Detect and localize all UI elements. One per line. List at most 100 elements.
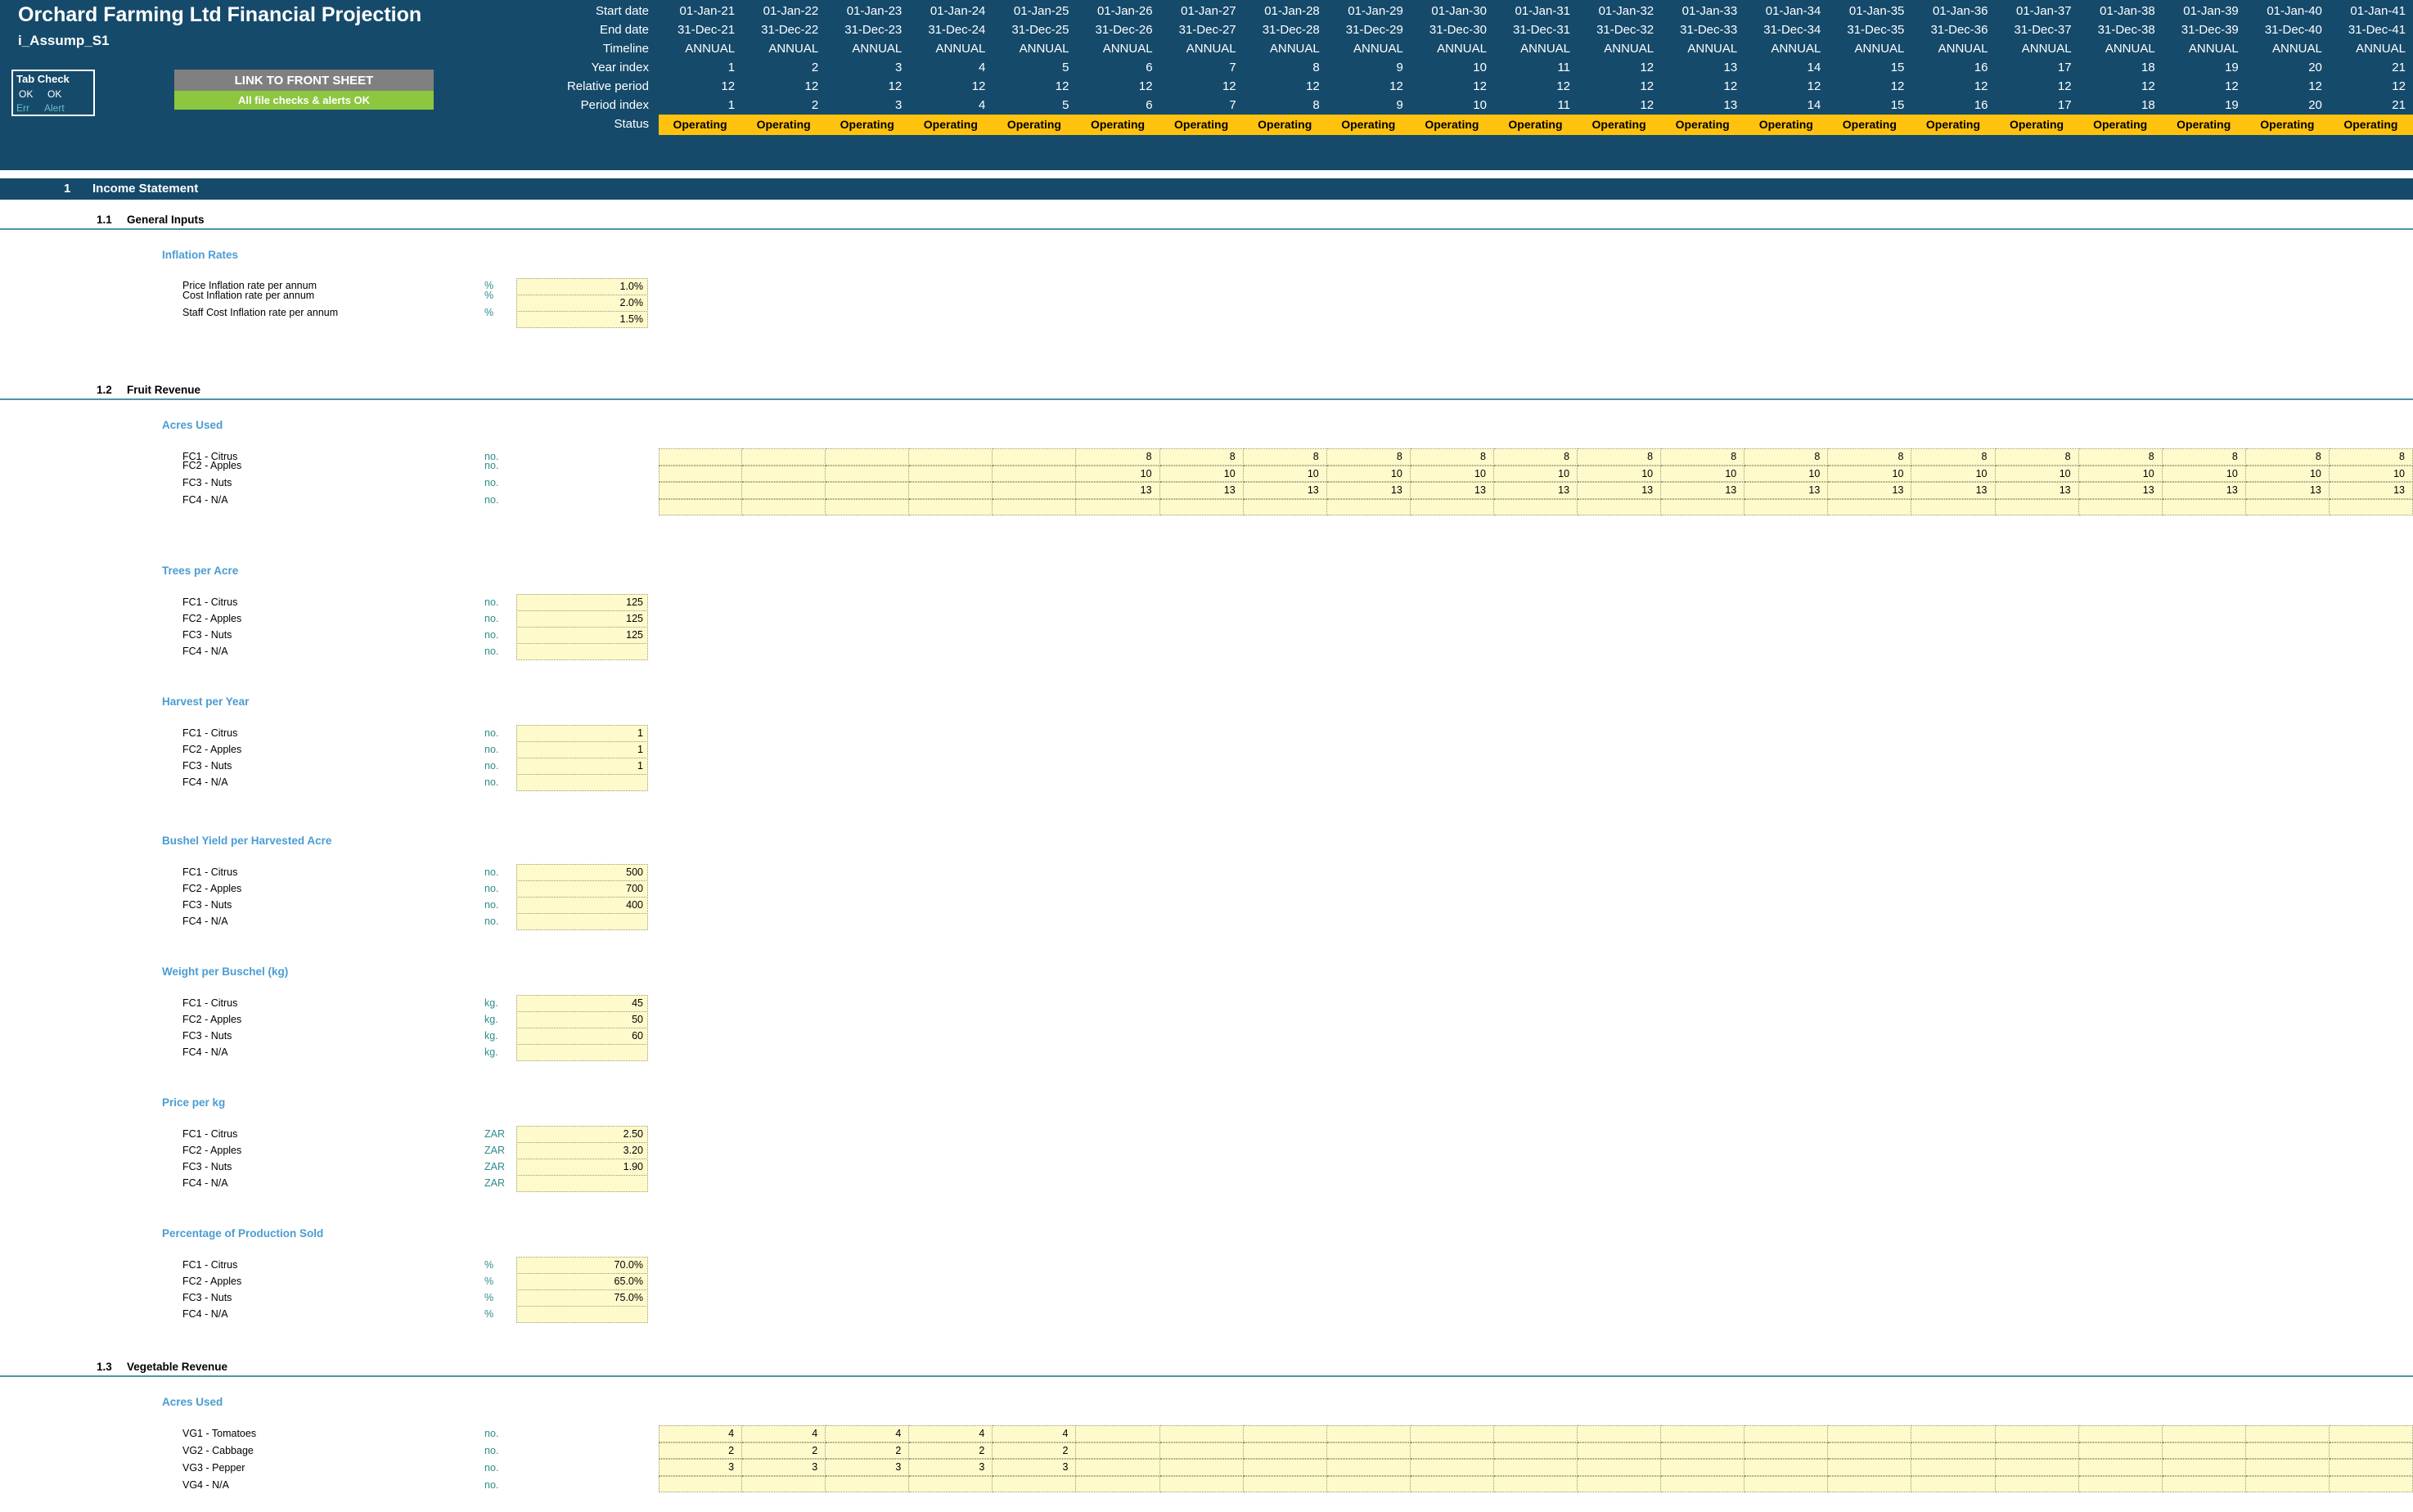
- timeline-input-cell[interactable]: [1744, 1442, 1829, 1459]
- timeline-input-cell[interactable]: 4: [659, 1425, 743, 1442]
- timeline-input-cell[interactable]: 13: [2078, 482, 2163, 499]
- timeline-input-cell[interactable]: [826, 498, 910, 515]
- timeline-input-cell[interactable]: [1076, 1459, 1160, 1476]
- timeline-input-cell[interactable]: [1911, 1425, 1996, 1442]
- timeline-input-cell[interactable]: [1326, 498, 1411, 515]
- timeline-input-cell[interactable]: [909, 1475, 993, 1492]
- timeline-input-cell[interactable]: [1410, 1425, 1494, 1442]
- timeline-input-cell[interactable]: [742, 482, 826, 499]
- timeline-input-cell[interactable]: 8: [1828, 448, 1912, 466]
- timeline-input-cell[interactable]: [1911, 1459, 1996, 1476]
- input-pctsold-apples[interactable]: 65.0%: [516, 1273, 648, 1290]
- timeline-input-cell[interactable]: 4: [909, 1425, 993, 1442]
- timeline-input-cell[interactable]: 10: [1828, 465, 1912, 482]
- timeline-input-cell[interactable]: [2162, 1459, 2246, 1476]
- input-yield-nuts[interactable]: 400: [516, 897, 648, 914]
- timeline-input-cell[interactable]: 8: [1911, 448, 1996, 466]
- timeline-input-cell[interactable]: [1493, 498, 1578, 515]
- input-pctsold-citrus[interactable]: 70.0%: [516, 1257, 648, 1274]
- timeline-input-cell[interactable]: 8: [2162, 448, 2246, 466]
- timeline-input-cell[interactable]: [1326, 1459, 1411, 1476]
- timeline-input-cell[interactable]: [1578, 1475, 1662, 1492]
- timeline-input-cell[interactable]: [993, 1475, 1077, 1492]
- timeline-input-cell[interactable]: [1744, 498, 1829, 515]
- timeline-input-cell[interactable]: 3: [659, 1459, 743, 1476]
- timeline-input-cell[interactable]: 13: [1661, 482, 1745, 499]
- timeline-input-cell[interactable]: [826, 482, 910, 499]
- timeline-input-cell[interactable]: [659, 465, 743, 482]
- timeline-input-cell[interactable]: 13: [1828, 482, 1912, 499]
- timeline-input-cell[interactable]: [1661, 498, 1745, 515]
- timeline-input-cell[interactable]: [2245, 1425, 2330, 1442]
- timeline-input-cell[interactable]: [993, 465, 1077, 482]
- timeline-input-cell[interactable]: 2: [742, 1442, 826, 1459]
- timeline-input-cell[interactable]: [1661, 1459, 1745, 1476]
- timeline-input-cell[interactable]: [1661, 1442, 1745, 1459]
- timeline-input-cell[interactable]: 8: [1410, 448, 1494, 466]
- input-trees-citrus[interactable]: 125: [516, 594, 648, 611]
- timeline-input-cell[interactable]: [659, 448, 743, 466]
- timeline-input-cell[interactable]: 3: [993, 1459, 1077, 1476]
- input-weight-na[interactable]: [516, 1044, 648, 1061]
- timeline-input-cell[interactable]: [1243, 1475, 1327, 1492]
- timeline-input-cell[interactable]: [1995, 1425, 2079, 1442]
- input-pctsold-nuts[interactable]: 75.0%: [516, 1289, 648, 1307]
- timeline-input-cell[interactable]: [826, 465, 910, 482]
- timeline-input-cell[interactable]: [1159, 1459, 1244, 1476]
- timeline-input-cell[interactable]: 10: [1326, 465, 1411, 482]
- input-harvest-apples[interactable]: 1: [516, 741, 648, 758]
- timeline-input-cell[interactable]: 10: [1410, 465, 1494, 482]
- timeline-input-cell[interactable]: 13: [1995, 482, 2079, 499]
- timeline-input-cell[interactable]: [1243, 1459, 1327, 1476]
- timeline-input-cell[interactable]: 8: [1076, 448, 1160, 466]
- input-yield-apples[interactable]: 700: [516, 880, 648, 898]
- timeline-input-cell[interactable]: 10: [1159, 465, 1244, 482]
- timeline-input-cell[interactable]: [2245, 498, 2330, 515]
- timeline-input-cell[interactable]: 10: [2078, 465, 2163, 482]
- timeline-input-cell[interactable]: [2078, 1475, 2163, 1492]
- input-weight-apples[interactable]: 50: [516, 1011, 648, 1028]
- timeline-input-cell[interactable]: [659, 498, 743, 515]
- timeline-input-cell[interactable]: 2: [659, 1442, 743, 1459]
- timeline-input-cell[interactable]: [1243, 1425, 1327, 1442]
- timeline-band-fruit-acres[interactable]: 8 8 8 8 8 8 8 8 8 8 8 8 8 8 8 8 10 10 10 10 10 10 10 10 10 10 10 10…: [659, 448, 2413, 515]
- input-yield-na[interactable]: [516, 913, 648, 930]
- timeline-input-cell[interactable]: [742, 498, 826, 515]
- timeline-input-cell[interactable]: [1828, 1459, 1912, 1476]
- timeline-input-cell[interactable]: 10: [1076, 465, 1160, 482]
- timeline-input-cell[interactable]: [1578, 1459, 1662, 1476]
- timeline-input-cell[interactable]: [2078, 498, 2163, 515]
- timeline-input-cell[interactable]: [1076, 1425, 1160, 1442]
- timeline-input-cell[interactable]: [2329, 1475, 2413, 1492]
- timeline-input-cell[interactable]: [1578, 1425, 1662, 1442]
- timeline-input-cell[interactable]: [2162, 1425, 2246, 1442]
- timeline-input-cell[interactable]: [1410, 1475, 1494, 1492]
- timeline-input-cell[interactable]: 10: [1661, 465, 1745, 482]
- input-price-nuts[interactable]: 1.90: [516, 1159, 648, 1176]
- timeline-input-cell[interactable]: [1744, 1459, 1829, 1476]
- timeline-input-cell[interactable]: [1578, 1442, 1662, 1459]
- timeline-input-cell[interactable]: [742, 465, 826, 482]
- timeline-input-cell[interactable]: [2329, 1459, 2413, 1476]
- timeline-input-cell[interactable]: 8: [2329, 448, 2413, 466]
- timeline-input-cell[interactable]: [1828, 1442, 1912, 1459]
- timeline-input-cell[interactable]: 8: [2078, 448, 2163, 466]
- timeline-input-cell[interactable]: [993, 482, 1077, 499]
- timeline-input-cell[interactable]: [1493, 1425, 1578, 1442]
- timeline-input-cell[interactable]: [1493, 1475, 1578, 1492]
- timeline-input-cell[interactable]: [826, 1475, 910, 1492]
- timeline-input-cell[interactable]: 3: [909, 1459, 993, 1476]
- timeline-input-cell[interactable]: [1410, 1459, 1494, 1476]
- timeline-input-cell[interactable]: 13: [2329, 482, 2413, 499]
- timeline-input-cell[interactable]: [1828, 1475, 1912, 1492]
- timeline-input-cell[interactable]: 13: [1076, 482, 1160, 499]
- timeline-input-cell[interactable]: [1995, 498, 2079, 515]
- input-weight-citrus[interactable]: 45: [516, 995, 648, 1012]
- input-trees-nuts[interactable]: 125: [516, 627, 648, 644]
- input-cost-inflation[interactable]: 2.0%: [516, 295, 648, 312]
- timeline-input-cell[interactable]: 10: [1578, 465, 1662, 482]
- timeline-input-cell[interactable]: [909, 498, 993, 515]
- timeline-input-cell[interactable]: 3: [826, 1459, 910, 1476]
- timeline-input-cell[interactable]: 8: [1326, 448, 1411, 466]
- timeline-input-cell[interactable]: 13: [1744, 482, 1829, 499]
